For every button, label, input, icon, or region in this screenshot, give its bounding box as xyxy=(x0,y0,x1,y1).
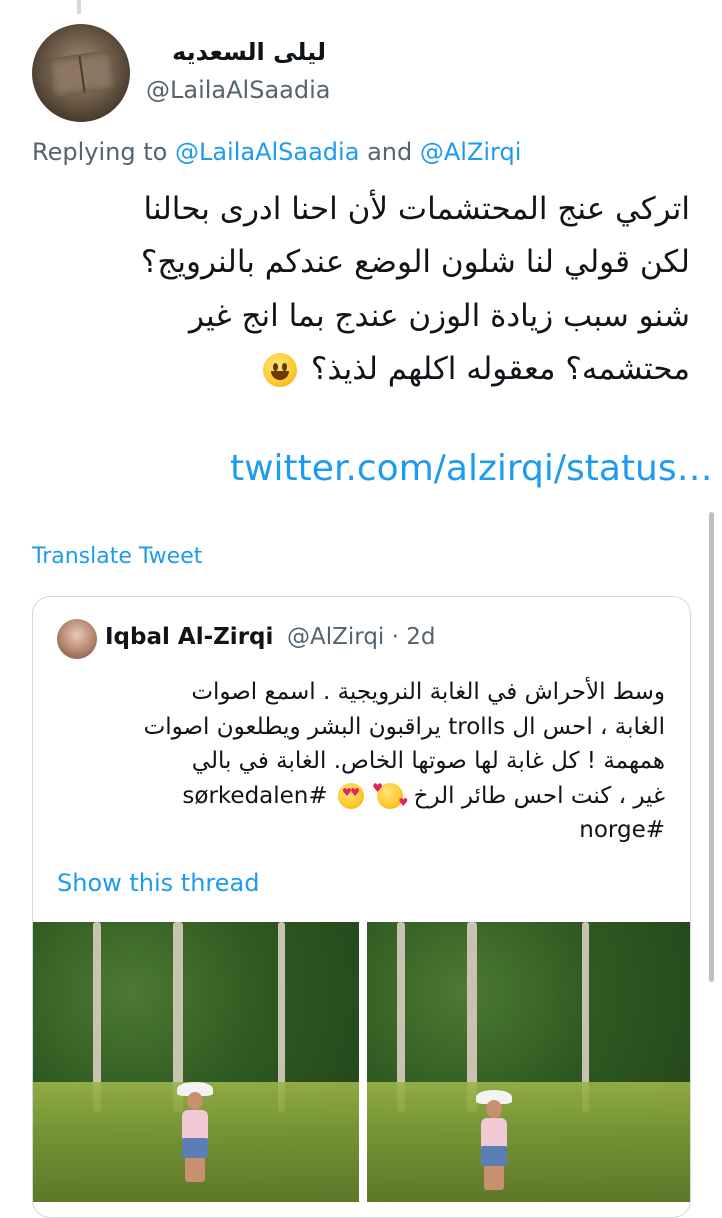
meta-separator: · xyxy=(391,624,399,650)
scrollbar[interactable] xyxy=(709,512,714,982)
tweet-line: شنو سبب زيادة الوزن عندج بما انج غير xyxy=(188,297,690,334)
quoted-line-with-emoji: غير ، كنت احس طائر الرخ #sørkedalen xyxy=(63,779,665,814)
thread-connector-line xyxy=(77,0,81,14)
grass-foliage xyxy=(367,1082,690,1202)
tweet-link[interactable]: twitter.com/alzirqi/status… xyxy=(230,448,713,489)
avatar-book-image xyxy=(47,49,117,99)
grinning-face-emoji-icon xyxy=(263,353,297,388)
quoted-author-avatar[interactable] xyxy=(57,619,97,659)
quoted-tweet-text: وسط الأحراش في الغابة النرويجية . اسمع ا… xyxy=(63,675,665,848)
replying-to-context: Replying to @LailaAlSaadia and @AlZirqi xyxy=(32,138,521,166)
quoted-tweet-card[interactable]: Iqbal Al-Zirqi @AlZirqi · 2d وسط الأحراش… xyxy=(32,596,691,1218)
hashtag-norge[interactable]: #norge xyxy=(63,813,665,848)
person-figure xyxy=(173,1082,217,1182)
quoted-author-meta: @AlZirqi · 2d xyxy=(287,624,435,650)
show-thread-link[interactable]: Show this thread xyxy=(57,869,259,897)
tweet-line-with-emoji: محتشمه؟ معقوله اكلهم لذيذ؟ xyxy=(140,343,690,396)
replying-prefix: Replying to xyxy=(32,138,168,166)
author-display-name[interactable]: ليلى السعديه xyxy=(146,38,326,66)
reply-mention-alzirqi[interactable]: @AlZirqi xyxy=(420,138,522,166)
heart-eyes-icon xyxy=(337,783,364,809)
smiling-face-with-hearts-icon xyxy=(372,779,408,811)
author-avatar[interactable] xyxy=(32,24,130,122)
tweet-line: اتركي عنج المحتشمات لأن احنا ادرى بحالنا xyxy=(143,191,690,227)
quoted-line: الغابة ، احس ال trolls يراقبون البشر ويط… xyxy=(143,713,665,740)
hashtag-sorkedalen[interactable]: #sørkedalen xyxy=(182,783,327,809)
tweet-text: اتركي عنج المحتشمات لأن احنا ادرى بحالنا… xyxy=(140,183,690,396)
quoted-line: غير ، كنت احس طائر الرخ xyxy=(413,782,665,809)
quoted-line: وسط الأحراش في الغابة النرويجية . اسمع ا… xyxy=(191,679,665,705)
quoted-photo-1[interactable] xyxy=(33,922,359,1202)
quoted-author-name[interactable]: Iqbal Al-Zirqi xyxy=(105,624,273,650)
quoted-line: همهمة ! كل غابة لها صوتها الخاص. الغابة … xyxy=(191,748,665,774)
person-figure xyxy=(472,1090,516,1190)
reply-conjunction: and xyxy=(367,138,413,166)
quoted-author-handle[interactable]: @AlZirqi xyxy=(287,624,384,650)
tweet-line: محتشمه؟ معقوله اكلهم لذيذ؟ xyxy=(310,350,690,387)
quoted-tweet-time[interactable]: 2d xyxy=(406,624,435,650)
translate-tweet-button[interactable]: Translate Tweet xyxy=(32,544,202,569)
quoted-photo-2[interactable] xyxy=(367,922,690,1202)
reply-mention-laila[interactable]: @LailaAlSaadia xyxy=(175,138,359,166)
author-handle[interactable]: @LailaAlSaadia xyxy=(146,76,330,104)
tweet-line: لكن قولي لنا شلون الوضع عندكم بالنرويج؟ xyxy=(140,244,690,281)
